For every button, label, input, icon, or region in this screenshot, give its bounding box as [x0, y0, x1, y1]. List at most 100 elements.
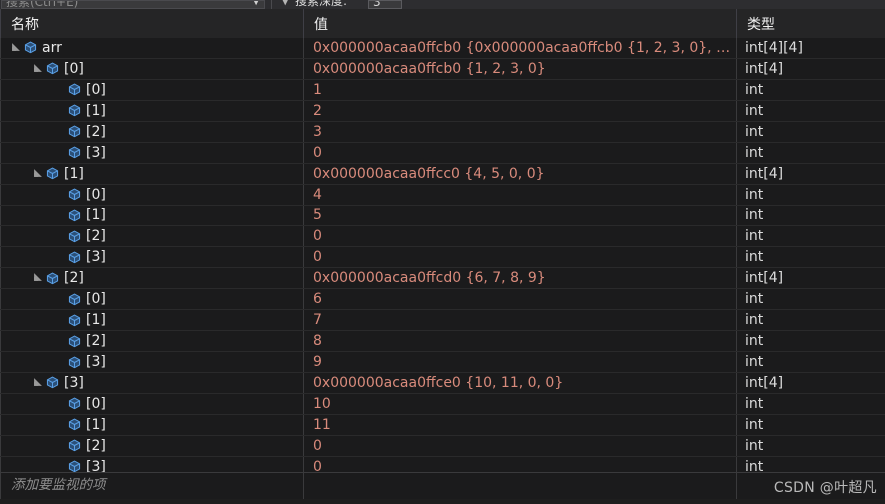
table-row[interactable]: [1] 11 int: [0, 414, 885, 436]
row-value-label: 3: [313, 124, 322, 139]
row-name-cell[interactable]: [2]: [0, 331, 304, 352]
row-value-cell[interactable]: 0x000000acaa0ffcb0 {1, 2, 3, 0}: [304, 58, 737, 79]
search-depth-label: 搜索深度:: [293, 0, 365, 9]
table-row[interactable]: [2] 0 int: [0, 435, 885, 457]
row-value-cell[interactable]: 0x000000acaa0ffcc0 {4, 5, 0, 0}: [304, 163, 737, 184]
column-header-type[interactable]: 类型: [737, 9, 885, 38]
row-value-cell[interactable]: 7: [304, 310, 737, 331]
row-value-cell[interactable]: 0x000000acaa0ffcb0 {0x000000acaa0ffcb0 {…: [304, 38, 737, 58]
row-value-cell[interactable]: 4: [304, 184, 737, 205]
add-watch-row[interactable]: 添加要监视的项: [0, 472, 885, 499]
row-value-cell[interactable]: 0: [304, 435, 737, 456]
row-value-cell[interactable]: 0: [304, 247, 737, 268]
row-name-cell[interactable]: [3]: [0, 373, 304, 393]
watch-tree[interactable]: arr 0x000000acaa0ffcb0 {0x000000acaa0ffcb…: [0, 38, 885, 472]
row-name-cell[interactable]: [0]: [0, 184, 304, 205]
table-row[interactable]: [0] 0x000000acaa0ffcb0 {1, 2, 3, 0} int[4]: [0, 58, 885, 80]
row-value-cell[interactable]: 2: [304, 100, 737, 121]
row-name-cell[interactable]: [1]: [0, 310, 304, 331]
row-type-label: int: [745, 123, 764, 140]
row-name-label: [0]: [64, 60, 84, 77]
row-name-cell[interactable]: [0]: [0, 58, 304, 79]
row-name-label: [2]: [86, 333, 106, 350]
search-depth-input[interactable]: 3: [368, 0, 402, 9]
table-row[interactable]: [3] 0 int: [0, 456, 885, 472]
search-input[interactable]: 搜索(Ctrl+E) ▼: [1, 0, 265, 9]
table-row[interactable]: [0] 1 int: [0, 79, 885, 101]
add-watch-value-cell[interactable]: [304, 473, 737, 499]
row-value-cell[interactable]: 0x000000acaa0ffce0 {10, 11, 0, 0}: [304, 373, 737, 393]
row-value-cell[interactable]: 8: [304, 331, 737, 352]
add-watch-name-cell[interactable]: 添加要监视的项: [0, 473, 304, 499]
row-value-label: 0x000000acaa0ffcd0 {6, 7, 8, 9}: [313, 271, 546, 286]
row-value-label: 0: [313, 250, 322, 265]
row-value-cell[interactable]: 3: [304, 121, 737, 142]
table-row[interactable]: arr 0x000000acaa0ffcb0 {0x000000acaa0ffcb…: [0, 38, 885, 59]
row-value-cell[interactable]: 0: [304, 142, 737, 163]
table-row[interactable]: [0] 10 int: [0, 393, 885, 415]
row-value-cell[interactable]: 0: [304, 456, 737, 472]
row-name-cell[interactable]: [2]: [0, 268, 304, 289]
expander-collapse-icon[interactable]: [31, 164, 44, 184]
row-name-cell[interactable]: [1]: [0, 100, 304, 121]
row-name-cell[interactable]: [1]: [0, 414, 304, 435]
table-row[interactable]: [2] 8 int: [0, 331, 885, 353]
table-row[interactable]: [3] 9 int: [0, 352, 885, 373]
table-row[interactable]: [1] 7 int: [0, 310, 885, 332]
expander-collapse-icon[interactable]: [9, 38, 22, 58]
row-name-cell[interactable]: [3]: [0, 247, 304, 268]
row-value-cell[interactable]: 5: [304, 205, 737, 226]
search-next-icon[interactable]: ▼: [279, 0, 293, 9]
row-value-cell[interactable]: 0x000000acaa0ffcd0 {6, 7, 8, 9}: [304, 268, 737, 289]
row-value-cell[interactable]: 0: [304, 226, 737, 247]
table-row[interactable]: [2] 3 int: [0, 121, 885, 143]
expander-placeholder: [53, 247, 66, 267]
row-type-cell: int: [737, 352, 885, 372]
row-value-label: 6: [313, 292, 322, 307]
table-row[interactable]: [3] 0 int: [0, 142, 885, 164]
row-type-cell: int: [737, 331, 885, 351]
table-row[interactable]: [1] 2 int: [0, 100, 885, 122]
table-row[interactable]: [0] 6 int: [0, 289, 885, 311]
table-row[interactable]: [1] 0x000000acaa0ffcc0 {4, 5, 0, 0} int[4]: [0, 163, 885, 185]
column-header-name[interactable]: 名称: [0, 9, 304, 38]
row-name-cell[interactable]: [0]: [0, 289, 304, 310]
row-type-label: int: [745, 144, 764, 161]
expander-collapse-icon[interactable]: [31, 268, 44, 288]
row-type-cell: int: [737, 101, 885, 121]
row-name-cell[interactable]: [3]: [0, 142, 304, 163]
row-name-cell[interactable]: [3]: [0, 352, 304, 372]
row-value-cell[interactable]: 10: [304, 393, 737, 414]
table-row[interactable]: [3] 0x000000acaa0ffce0 {10, 11, 0, 0} int[…: [0, 373, 885, 394]
row-type-label: int: [745, 291, 764, 308]
table-row[interactable]: [0] 4 int: [0, 184, 885, 206]
row-name-cell[interactable]: [1]: [0, 163, 304, 184]
row-name-cell[interactable]: [2]: [0, 121, 304, 142]
row-name-cell[interactable]: [0]: [0, 393, 304, 414]
row-name-cell[interactable]: arr: [0, 38, 304, 58]
row-name-cell[interactable]: [2]: [0, 226, 304, 247]
row-type-label: int: [745, 102, 764, 119]
row-value-cell[interactable]: 11: [304, 414, 737, 435]
expander-collapse-icon[interactable]: [31, 59, 44, 79]
table-row[interactable]: [2] 0x000000acaa0ffcd0 {6, 7, 8, 9} int[4]: [0, 268, 885, 290]
chevron-down-icon[interactable]: ▼: [252, 1, 260, 8]
table-row[interactable]: [2] 0 int: [0, 226, 885, 248]
table-row[interactable]: [1] 5 int: [0, 205, 885, 227]
expander-collapse-icon[interactable]: [31, 373, 44, 393]
row-name-cell[interactable]: [1]: [0, 205, 304, 226]
column-header-value[interactable]: 值: [304, 9, 737, 38]
row-type-label: int: [745, 81, 764, 98]
row-name-label: [1]: [86, 312, 106, 329]
row-name-label: [0]: [86, 395, 106, 412]
row-value-cell[interactable]: 1: [304, 79, 737, 100]
row-name-cell[interactable]: [2]: [0, 435, 304, 456]
bottom-strip: [0, 499, 885, 504]
row-name-cell[interactable]: [3]: [0, 456, 304, 472]
table-row[interactable]: [3] 0 int: [0, 247, 885, 269]
row-name-cell[interactable]: [0]: [0, 79, 304, 100]
row-value-cell[interactable]: 9: [304, 352, 737, 372]
row-value-cell[interactable]: 6: [304, 289, 737, 310]
row-type-label: int: [745, 249, 764, 266]
row-name-label: [0]: [86, 186, 106, 203]
